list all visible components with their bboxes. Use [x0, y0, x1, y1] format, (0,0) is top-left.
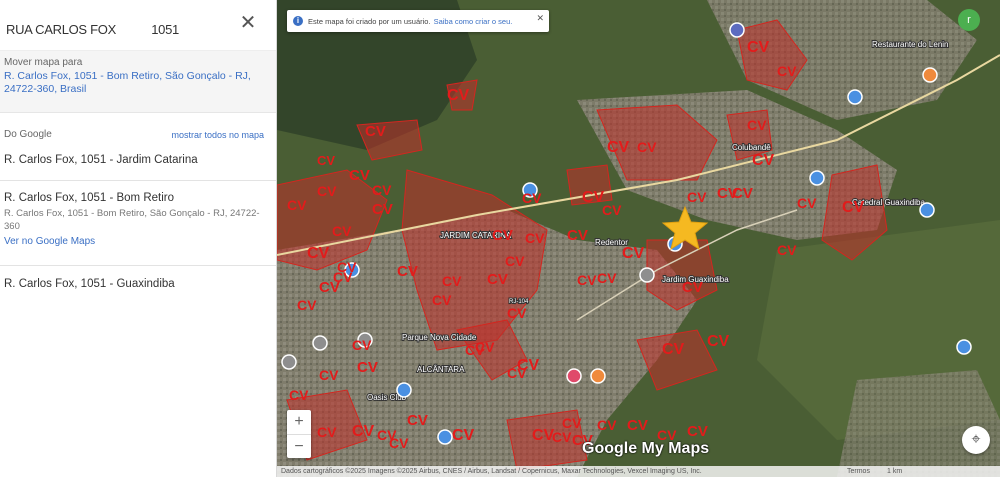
info-icon: i	[293, 16, 303, 26]
cv-marker[interactable]: CV	[352, 337, 372, 353]
search-header: RUA CARLOS FOX 1051 ✕	[0, 0, 276, 51]
cv-marker[interactable]: CV	[777, 63, 797, 79]
cv-marker[interactable]: CV	[682, 279, 703, 296]
cv-marker[interactable]: CV	[372, 201, 393, 218]
zoom-control: + −	[287, 410, 311, 458]
cv-marker[interactable]: CV	[507, 365, 527, 381]
cv-marker[interactable]: CV	[372, 182, 392, 198]
cv-marker[interactable]: CV	[442, 273, 462, 289]
move-map-link[interactable]: R. Carlos Fox, 1051 - Bom Retiro, São Go…	[4, 70, 270, 96]
cv-marker[interactable]: CV	[777, 242, 797, 258]
cv-marker[interactable]: CV	[707, 333, 730, 350]
cv-marker[interactable]: CV	[317, 153, 335, 168]
cv-marker[interactable]: CV	[332, 223, 352, 239]
place-label: Colubandê	[732, 143, 771, 152]
place-label: Parque Nova Cidade	[402, 333, 477, 342]
cv-marker[interactable]: CV	[287, 197, 307, 213]
cv-marker[interactable]: CV	[747, 117, 767, 133]
cv-marker[interactable]: CV	[507, 305, 527, 321]
cv-marker[interactable]: CV	[475, 339, 495, 355]
cv-marker[interactable]: CV	[289, 387, 309, 403]
cv-marker[interactable]: CV	[747, 39, 770, 56]
map-canvas[interactable]: RJ-104 JARDIM CATARINA ALCÂNTARA Restaur…	[277, 0, 1000, 477]
cv-marker[interactable]: CV	[717, 185, 738, 202]
place-label: Restaurante do Lenin	[872, 40, 949, 49]
locate-me-icon[interactable]: ⌖	[962, 426, 990, 454]
cv-marker[interactable]: CV	[687, 189, 707, 205]
result-title: R. Carlos Fox, 1051 - Jardim Catarina	[4, 154, 198, 166]
cv-marker[interactable]: CV	[597, 417, 617, 433]
scale-label: 1 km	[887, 468, 903, 475]
show-all-link[interactable]: mostrar todos no mapa	[171, 130, 264, 140]
notice-link[interactable]: Saiba como criar o seu.	[434, 17, 513, 26]
search-query-street: RUA CARLOS FOX	[6, 22, 116, 37]
result-title: R. Carlos Fox, 1051 - Bom Retiro	[4, 192, 175, 204]
cv-marker[interactable]: CV	[389, 435, 409, 451]
cv-marker[interactable]: CV	[525, 230, 545, 246]
cv-marker[interactable]: CV	[607, 139, 630, 156]
cv-marker[interactable]: CV	[352, 423, 375, 440]
search-query[interactable]: RUA CARLOS FOX 1051	[6, 22, 179, 37]
user-map-notice: i Este mapa foi criado por um usuário. S…	[287, 10, 549, 32]
cv-marker[interactable]: CV	[562, 415, 582, 431]
map-footer: Dados cartográficos ©2025 Imagens ©2025 …	[277, 466, 1000, 477]
attribution-text: Dados cartográficos ©2025 Imagens ©2025 …	[281, 468, 702, 475]
cv-marker[interactable]: CV	[505, 253, 525, 269]
terms-link[interactable]: Termos	[847, 466, 870, 477]
search-results-panel: RUA CARLOS FOX 1051 ✕ Mover mapa para R.…	[0, 0, 277, 477]
cv-marker[interactable]: CV	[365, 123, 386, 140]
cv-marker[interactable]: CV	[842, 199, 865, 216]
move-map-title: Mover mapa para	[4, 57, 83, 68]
cv-marker[interactable]: CV	[602, 202, 622, 218]
cv-marker[interactable]: CV	[637, 139, 657, 155]
cv-marker[interactable]: CV	[452, 427, 475, 444]
place-label: ALCÂNTARA	[417, 365, 465, 374]
cv-marker[interactable]: CV	[333, 269, 353, 285]
cv-marker[interactable]: CV	[752, 152, 775, 169]
cv-marker[interactable]: CV	[567, 227, 588, 244]
cv-marker[interactable]: CV	[357, 359, 378, 376]
cv-marker[interactable]: CV	[492, 227, 513, 244]
google-section-label: Do Google	[4, 129, 52, 140]
divider	[0, 180, 276, 181]
cv-marker[interactable]: CV	[552, 429, 572, 445]
cv-marker[interactable]: CV	[687, 423, 708, 440]
cv-marker[interactable]: CV	[407, 412, 428, 429]
zoom-out-button[interactable]: −	[287, 435, 311, 459]
cv-marker[interactable]: CV	[397, 263, 418, 280]
cv-marker[interactable]: CV	[447, 87, 470, 104]
google-my-maps-logo: Google My Maps	[582, 440, 710, 457]
search-query-number: 1051	[151, 22, 179, 37]
result-item[interactable]: R. Carlos Fox, 1051 - Guaxindiba	[4, 278, 276, 290]
notice-text: Este mapa foi criado por um usuário.	[308, 16, 431, 26]
cv-marker[interactable]: CV	[597, 270, 617, 286]
result-item[interactable]: R. Carlos Fox, 1051 - Jardim Catarina	[4, 154, 276, 166]
cv-marker[interactable]: CV	[432, 292, 452, 308]
result-address: R. Carlos Fox, 1051 - Bom Retiro, São Go…	[4, 208, 260, 232]
close-icon[interactable]: ✕	[238, 13, 258, 33]
move-map-box: Mover mapa para R. Carlos Fox, 1051 - Bo…	[0, 51, 276, 113]
cv-marker[interactable]: CV	[522, 190, 542, 206]
avatar[interactable]: r	[958, 9, 980, 31]
cv-marker[interactable]: CV	[622, 245, 645, 262]
cv-marker[interactable]: CV	[487, 271, 508, 288]
result-title: R. Carlos Fox, 1051 - Guaxindiba	[4, 278, 175, 290]
zoom-in-button[interactable]: +	[287, 410, 311, 435]
close-notice-icon[interactable]: ✕	[536, 13, 544, 24]
cv-marker[interactable]: CV	[317, 424, 337, 440]
cv-marker[interactable]: CV	[317, 183, 337, 199]
result-item[interactable]: R. Carlos Fox, 1051 - Bom Retiro R. Carl…	[4, 192, 276, 247]
cv-marker[interactable]: CV	[797, 195, 817, 211]
satellite-map: RJ-104 JARDIM CATARINA ALCÂNTARA Restaur…	[277, 0, 1000, 477]
cv-marker[interactable]: CV	[627, 417, 648, 434]
view-in-google-maps-link[interactable]: Ver no Google Maps	[4, 236, 268, 247]
cv-marker[interactable]: CV	[577, 272, 597, 288]
cv-marker[interactable]: CV	[349, 167, 370, 184]
cv-marker[interactable]: CV	[319, 367, 339, 383]
cv-marker[interactable]: CV	[297, 297, 317, 313]
cv-marker[interactable]: CV	[307, 245, 330, 262]
divider	[0, 265, 276, 266]
cv-marker[interactable]: CV	[662, 341, 685, 358]
